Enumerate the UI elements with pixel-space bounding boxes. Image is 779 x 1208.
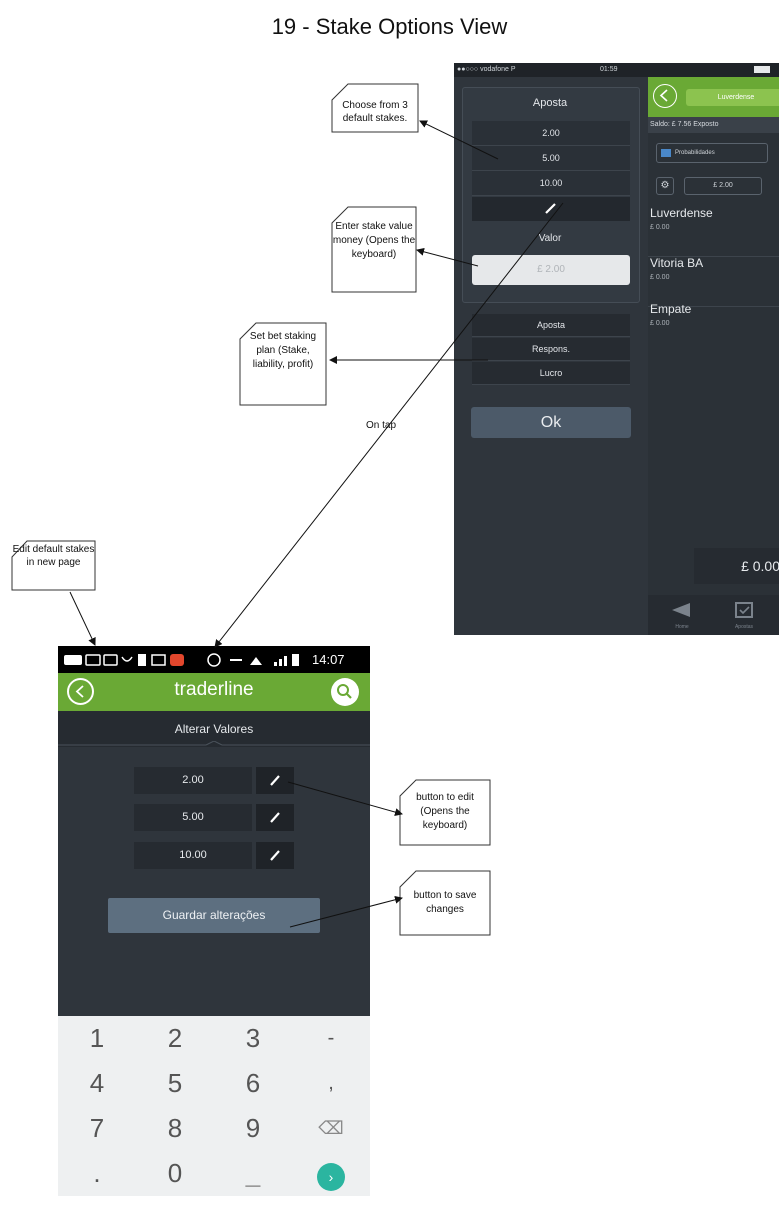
battery-icon: [754, 66, 770, 73]
menu-icon: [661, 149, 671, 157]
notification-icons: [64, 653, 221, 667]
callout-staking-plan: Set bet staking plan (Stake, liability, …: [249, 331, 317, 370]
popup-header: Aposta: [532, 97, 568, 109]
default-stake-2[interactable]: 5.00: [472, 146, 630, 171]
ok-button[interactable]: Ok: [471, 407, 631, 438]
status-time: 01:59: [600, 66, 618, 73]
key-8[interactable]: 8: [136, 1106, 214, 1151]
tab-bar: Alterar Valores: [58, 711, 370, 747]
edit-stakes-button[interactable]: [472, 197, 630, 221]
market-row[interactable]: Vitoria BA £ 0.00: [648, 256, 779, 307]
header-bar: Luverdense: [648, 77, 779, 117]
callout-edit-default: Edit default stakes in new page: [12, 544, 95, 568]
numeric-keyboard: 1 2 3 - 4 5 6 , 7 8 9 ⌫ . 0 _ ›: [58, 1016, 370, 1196]
key-3[interactable]: 3: [214, 1016, 292, 1061]
tab-bets-label: Apostas: [734, 624, 754, 630]
key-comma[interactable]: ,: [292, 1061, 370, 1106]
ios-screenshot: ●●○○○ vodafone P 01:59 Aposta 2.00 5.00 …: [454, 63, 779, 635]
market-value: £ 0.00: [650, 274, 670, 281]
tab-indicator: [58, 741, 370, 746]
stake-field-3[interactable]: 10.00: [134, 842, 252, 869]
save-button[interactable]: Guardar alterações: [108, 898, 320, 933]
gear-icon[interactable]: ⚙: [656, 177, 674, 195]
pencil-icon: [270, 775, 280, 786]
system-icons: [230, 654, 299, 666]
key-9[interactable]: 9: [214, 1106, 292, 1151]
tab-home[interactable]: Home: [662, 601, 702, 630]
key-space[interactable]: _: [214, 1151, 292, 1196]
market-name: Vitoria BA: [650, 256, 704, 270]
key-minus[interactable]: -: [292, 1016, 370, 1061]
odds-toggle[interactable]: Probabilidades: [656, 143, 768, 163]
arrow-right-icon: ›: [317, 1163, 345, 1191]
edit-button[interactable]: [256, 804, 294, 831]
market-row[interactable]: Empate £ 0.00: [648, 302, 779, 352]
chevron-left-icon: [659, 89, 668, 102]
carrier-label: ●●○○○ vodafone P: [457, 66, 516, 73]
edit-button[interactable]: [256, 767, 294, 794]
edit-button[interactable]: [256, 842, 294, 869]
home-icon: [672, 603, 690, 617]
team-pill[interactable]: Luverdense: [686, 89, 779, 106]
tab-bets[interactable]: Apostas: [722, 601, 766, 630]
android-status-bar: 14:07: [58, 646, 370, 673]
key-go[interactable]: ›: [292, 1151, 370, 1196]
callout-edit-button: button to edit (Opens the keyboard): [416, 792, 474, 831]
plan-option-stake[interactable]: Aposta: [472, 314, 630, 337]
stake-field-2[interactable]: 5.00: [134, 804, 252, 831]
tab-home-label: Home: [675, 624, 689, 630]
search-icon: [337, 684, 352, 699]
default-stake-1[interactable]: 2.00: [472, 121, 630, 146]
backspace-icon[interactable]: ⌫: [292, 1106, 370, 1151]
valor-label: Valor: [538, 233, 562, 244]
betslip-panel: Luverdense Saldo: £ 7.56 Exposto Probabi…: [648, 77, 779, 635]
betslip-icon: [735, 602, 753, 618]
callout-on-tap: On tap: [366, 420, 397, 431]
key-4[interactable]: 4: [58, 1061, 136, 1106]
key-5[interactable]: 5: [136, 1061, 214, 1106]
callout-enter-stake: Enter stake value money (Opens the keybo…: [332, 221, 416, 260]
key-1[interactable]: 1: [58, 1016, 136, 1061]
key-6[interactable]: 6: [214, 1061, 292, 1106]
market-name: Luverdense: [650, 206, 713, 220]
key-dot[interactable]: .: [58, 1151, 136, 1196]
callout-save-button: button to save changes: [413, 890, 477, 915]
market-value: £ 0.00: [650, 320, 670, 327]
android-time: 14:07: [312, 652, 345, 667]
search-button[interactable]: [331, 678, 359, 706]
tab-alterar-valores[interactable]: Alterar Valores: [58, 722, 370, 736]
callout-choose-stakes: Choose from 3 default stakes.: [342, 100, 408, 124]
back-button[interactable]: [653, 84, 677, 108]
ios-status-bar: ●●○○○ vodafone P 01:59: [454, 63, 779, 77]
tab-bar: Home Apostas: [648, 595, 779, 635]
market-name: Empate: [650, 302, 692, 316]
total-amount: £ 0.00: [694, 548, 779, 584]
key-7[interactable]: 7: [58, 1106, 136, 1151]
default-stake-3[interactable]: 10.00: [472, 171, 630, 196]
odds-label: Probabilidades: [675, 150, 715, 156]
stake-field[interactable]: £ 2.00: [684, 177, 762, 195]
key-0[interactable]: 0: [136, 1151, 214, 1196]
pencil-icon: [270, 812, 280, 823]
plan-option-liability[interactable]: Respons.: [472, 338, 630, 361]
app-title: traderline: [174, 679, 254, 700]
plan-option-profit[interactable]: Lucro: [472, 362, 630, 385]
key-2[interactable]: 2: [136, 1016, 214, 1061]
valor-input[interactable]: £ 2.00: [472, 255, 630, 285]
android-screenshot: 14:07 traderline Alterar Valores 2.00 5.…: [58, 646, 370, 1196]
balance-bar: Saldo: £ 7.56 Exposto: [648, 117, 779, 133]
pencil-icon: [545, 203, 556, 214]
page-title: 19 - Stake Options View: [271, 14, 508, 39]
app-header: traderline: [58, 673, 370, 711]
pencil-icon: [270, 850, 280, 861]
stake-field-1[interactable]: 2.00: [134, 767, 252, 794]
market-row[interactable]: Luverdense £ 0.00: [648, 206, 779, 257]
market-value: £ 0.00: [650, 224, 670, 231]
